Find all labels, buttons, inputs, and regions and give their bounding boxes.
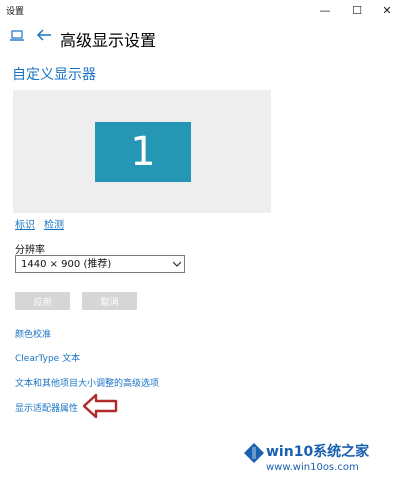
close-button[interactable]: ✕ [372, 0, 400, 20]
app-title: 设置 [6, 7, 25, 17]
detect-link[interactable]: 检测 [44, 216, 64, 231]
identify-link[interactable]: 标识 [15, 216, 35, 231]
monitor-tile[interactable]: 1 [95, 122, 191, 182]
title-bar: 设置 — ☐ ✕ [0, 0, 400, 22]
back-arrow-icon[interactable] [36, 27, 52, 43]
page-header: 高级显示设置 [0, 24, 400, 52]
section-title: 自定义显示器 [12, 67, 96, 83]
watermark-title: win10系统之家 [266, 444, 370, 460]
page-title: 高级显示设置 [60, 31, 157, 50]
apply-button[interactable]: 应用 [15, 292, 70, 310]
cleartype-text-link[interactable]: ClearType 文本 [15, 351, 80, 364]
minimize-button[interactable]: — [310, 0, 340, 20]
advanced-sizing-link[interactable]: 文本和其他项目大小调整的高级选项 [15, 376, 159, 389]
resolution-dropdown[interactable]: 1440 × 900 (推荐) [15, 255, 185, 273]
maximize-button[interactable]: ☐ [342, 0, 372, 20]
display-adapter-properties-link[interactable]: 显示适配器属性 [15, 401, 78, 414]
chevron-down-icon [173, 261, 181, 267]
resolution-value: 1440 × 900 (推荐) [21, 259, 112, 270]
resolution-label: 分辨率 [15, 245, 45, 256]
watermark-url: www.win10os.com [266, 462, 359, 473]
windows-logo-icon [244, 443, 264, 463]
laptop-icon [10, 30, 24, 41]
color-calibration-link[interactable]: 颜色校准 [15, 327, 51, 340]
monitor-number: 1 [130, 129, 156, 175]
red-arrow-icon [82, 393, 118, 419]
cancel-button[interactable]: 取消 [82, 292, 137, 310]
